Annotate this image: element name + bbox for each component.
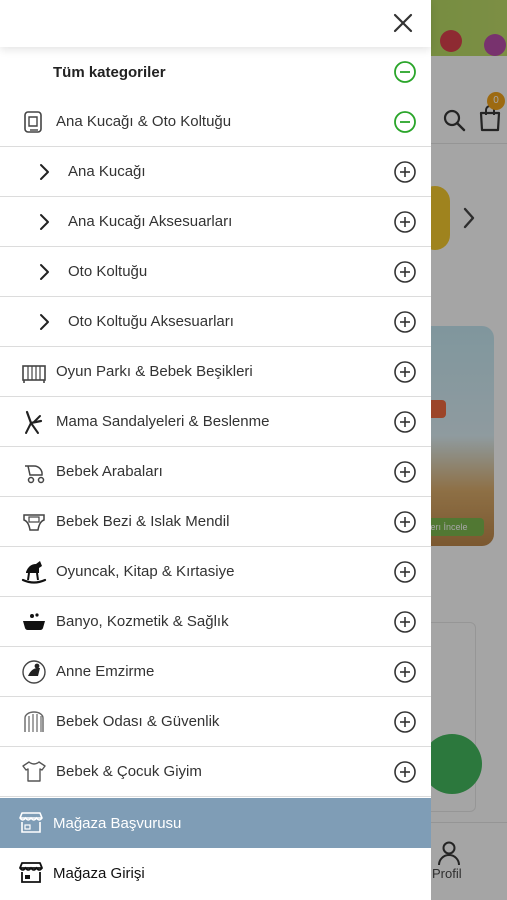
bathtub-icon xyxy=(23,613,45,631)
expand-icon[interactable] xyxy=(393,760,417,784)
category-row-crib[interactable]: Oyun Parkı & Bebek Beşikleri xyxy=(0,347,431,397)
store-login-button[interactable]: Mağaza Girişi xyxy=(0,848,431,898)
expand-icon[interactable] xyxy=(393,510,417,534)
category-label: Bebek Odası & Güvenlik xyxy=(56,713,220,730)
subcategory-row[interactable]: Ana Kucağı xyxy=(0,147,431,197)
category-row-bath[interactable]: Banyo, Kozmetik & Sağlık xyxy=(0,597,431,647)
expand-icon[interactable] xyxy=(393,310,417,334)
category-drawer: Tüm kategoriler Ana Kucağı & Oto Koltuğu… xyxy=(0,0,431,900)
close-icon[interactable] xyxy=(389,9,417,37)
store-login-label: Mağaza Girişi xyxy=(53,864,145,882)
onesie-icon xyxy=(22,761,46,782)
category-label: Ana Kucağı & Oto Koltuğu xyxy=(56,113,232,130)
category-row-car-seat[interactable]: Ana Kucağı & Oto Koltuğu xyxy=(0,97,431,147)
expand-icon[interactable] xyxy=(393,460,417,484)
category-label: Bebek & Çocuk Giyim xyxy=(56,763,202,780)
category-label: Oyuncak, Kitap & Kırtasiye xyxy=(56,563,235,580)
category-row-diaper[interactable]: Bebek Bezi & Islak Mendil xyxy=(0,497,431,547)
expand-icon[interactable] xyxy=(393,210,417,234)
category-row-toys[interactable]: Oyuncak, Kitap & Kırtasiye xyxy=(0,547,431,597)
category-row-clothing[interactable]: Bebek & Çocuk Giyim xyxy=(0,747,431,797)
expand-icon[interactable] xyxy=(393,160,417,184)
collapse-icon[interactable] xyxy=(393,110,417,134)
category-label: Anne Emzirme xyxy=(56,663,155,680)
collapse-icon[interactable] xyxy=(393,60,417,84)
subcategory-label: Oto Koltuğu xyxy=(68,263,148,280)
expand-icon[interactable] xyxy=(393,710,417,734)
car-seat-icon xyxy=(24,111,42,133)
subcategory-label: Oto Koltuğu Aksesuarları xyxy=(68,313,234,330)
category-row-nursing[interactable]: Anne Emzirme xyxy=(0,647,431,697)
store-application-label: Mağaza Başvurusu xyxy=(53,814,182,832)
category-row-stroller[interactable]: Bebek Arabaları xyxy=(0,447,431,497)
breastfeeding-icon xyxy=(22,660,46,684)
stroller-icon xyxy=(25,465,45,484)
rocking-horse-icon xyxy=(21,561,47,584)
chevron-right-icon xyxy=(40,264,49,280)
expand-icon[interactable] xyxy=(393,260,417,284)
expand-icon[interactable] xyxy=(393,610,417,634)
subcategory-label: Ana Kucağı xyxy=(68,163,146,180)
crib-icon xyxy=(22,365,46,383)
store-application-button[interactable]: Mağaza Başvurusu xyxy=(0,798,431,848)
category-row-high-chair[interactable]: Mama Sandalyeleri & Beslenme xyxy=(0,397,431,447)
expand-icon[interactable] xyxy=(393,360,417,384)
drawer-header xyxy=(0,0,431,47)
chevron-right-icon xyxy=(40,214,49,230)
category-label: Bebek Bezi & Islak Mendil xyxy=(56,513,230,530)
category-label: Banyo, Kozmetik & Sağlık xyxy=(56,613,229,630)
subcategory-row[interactable]: Oto Koltuğu xyxy=(0,247,431,297)
subcategory-row[interactable]: Ana Kucağı Aksesuarları xyxy=(0,197,431,247)
expand-icon[interactable] xyxy=(393,410,417,434)
chevron-right-icon xyxy=(40,164,49,180)
all-categories-label: Tüm kategoriler xyxy=(53,63,166,81)
subcategory-label: Ana Kucağı Aksesuarları xyxy=(68,213,233,230)
baby-gate-icon xyxy=(24,711,44,732)
category-row-nursery[interactable]: Bebek Odası & Güvenlik xyxy=(0,697,431,747)
store-icon xyxy=(19,812,43,833)
store-icon xyxy=(19,862,43,883)
diaper-icon xyxy=(23,514,45,531)
category-label: Mama Sandalyeleri & Beslenme xyxy=(56,413,270,430)
high-chair-icon xyxy=(25,410,43,434)
expand-icon[interactable] xyxy=(393,660,417,684)
category-label: Bebek Arabaları xyxy=(56,463,163,480)
category-label: Oyun Parkı & Bebek Beşikleri xyxy=(56,363,253,380)
chevron-right-icon xyxy=(40,314,49,330)
all-categories-row[interactable]: Tüm kategoriler xyxy=(0,47,431,97)
subcategory-row[interactable]: Oto Koltuğu Aksesuarları xyxy=(0,297,431,347)
expand-icon[interactable] xyxy=(393,560,417,584)
